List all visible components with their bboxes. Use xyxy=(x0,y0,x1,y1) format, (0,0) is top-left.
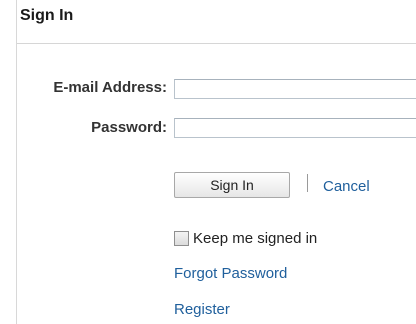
password-field[interactable] xyxy=(174,118,416,138)
keep-signed-in-option[interactable]: Keep me signed in xyxy=(174,229,317,247)
register-link[interactable]: Register xyxy=(174,301,230,318)
email-field[interactable] xyxy=(174,79,416,99)
password-label: Password: xyxy=(91,119,167,136)
email-label: E-mail Address: xyxy=(53,79,167,96)
forgot-password-link[interactable]: Forgot Password xyxy=(174,265,287,282)
divider xyxy=(307,174,308,192)
sign-in-panel: Sign In E-mail Address: Password: Sign I… xyxy=(16,0,416,324)
page-title: Sign In xyxy=(20,7,74,24)
sign-in-button[interactable]: Sign In xyxy=(174,172,290,198)
keep-signed-in-label: Keep me signed in xyxy=(193,229,318,247)
cancel-link[interactable]: Cancel xyxy=(323,178,370,195)
title-bar: Sign In xyxy=(17,0,416,44)
keep-signed-in-checkbox[interactable] xyxy=(174,230,189,246)
